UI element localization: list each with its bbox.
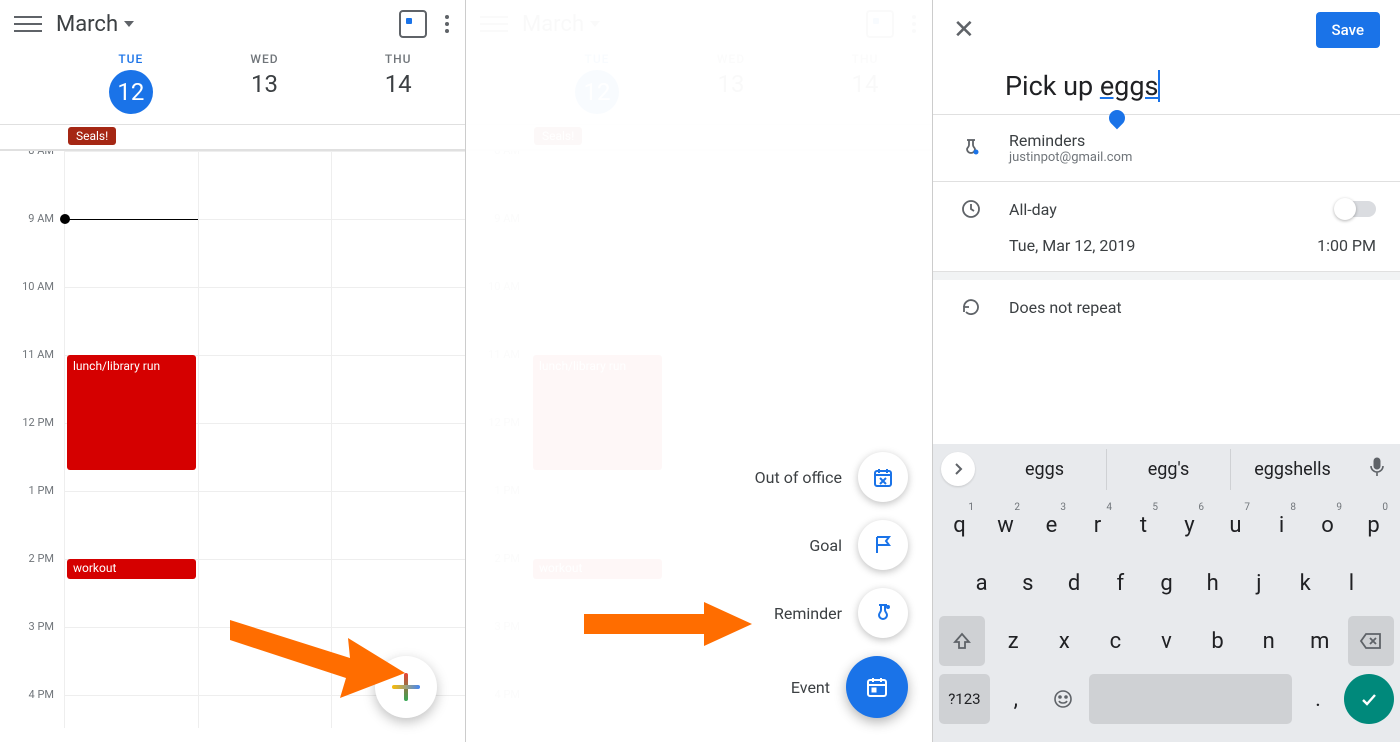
key-s[interactable]: s — [1007, 558, 1048, 608]
annotation-arrow-2 — [584, 600, 754, 650]
account-label: Reminders — [1009, 131, 1132, 150]
calendar-icon — [846, 656, 908, 718]
reminder-icon — [858, 588, 908, 638]
key-e[interactable]: e3 — [1031, 500, 1072, 550]
allday-label: All-day — [1009, 200, 1057, 219]
reminder-date: Tue, Mar 12, 2019 — [1009, 236, 1135, 255]
suggestion-expand-icon[interactable] — [941, 452, 975, 486]
emoji-key[interactable] — [1042, 674, 1084, 724]
sd-reminder[interactable]: Reminder — [774, 588, 908, 638]
account-row[interactable]: Reminders justinpot@gmail.com — [933, 115, 1400, 182]
day-col-tue[interactable]: lunch/library run workout — [64, 151, 198, 728]
allday-row[interactable]: All-day — [933, 182, 1400, 228]
key-d[interactable]: d — [1053, 558, 1094, 608]
allday-row: Seals! — [0, 125, 465, 151]
key-b[interactable]: b — [1195, 616, 1241, 666]
clock-icon — [957, 198, 985, 220]
key-u[interactable]: u7 — [1215, 500, 1256, 550]
menu-icon[interactable] — [14, 10, 42, 38]
plus-icon — [392, 673, 420, 701]
day-header-thu[interactable]: THU 14 — [331, 48, 465, 124]
suggestion-2[interactable]: egg's — [1107, 449, 1231, 490]
save-button[interactable]: Save — [1316, 12, 1380, 48]
repeat-icon — [957, 296, 985, 318]
key-j[interactable]: j — [1238, 558, 1279, 608]
day-header-tue[interactable]: TUE 12 — [64, 48, 198, 124]
day-col-thu[interactable] — [331, 151, 465, 728]
more-icon[interactable] — [441, 11, 453, 37]
repeat-label: Does not repeat — [1009, 298, 1122, 317]
time-labels: 8 AM 9 AM 10 AM 11 AM 12 PM 1 PM 2 PM 3 … — [0, 151, 64, 728]
sd-out-of-office[interactable]: Out of office — [755, 452, 908, 502]
key-m[interactable]: m — [1297, 616, 1343, 666]
key-n[interactable]: n — [1246, 616, 1292, 666]
key-y[interactable]: y6 — [1169, 500, 1210, 550]
key-p[interactable]: p0 — [1353, 500, 1394, 550]
symbols-key[interactable]: ?123 — [939, 674, 990, 724]
key-o[interactable]: o9 — [1307, 500, 1348, 550]
key-f[interactable]: f — [1100, 558, 1141, 608]
allday-toggle[interactable] — [1336, 201, 1376, 217]
suggestion-3[interactable]: eggshells — [1231, 449, 1354, 490]
time-grid[interactable]: 8 AM 9 AM 10 AM 11 AM 12 PM 1 PM 2 PM 3 … — [0, 151, 465, 728]
key-l[interactable]: l — [1331, 558, 1372, 608]
datetime-row[interactable]: Tue, Mar 12, 2019 1:00 PM — [933, 228, 1400, 272]
reminder-time: 1:00 PM — [1317, 236, 1376, 255]
key-x[interactable]: x — [1041, 616, 1087, 666]
day-header-wed[interactable]: WED 13 — [198, 48, 332, 124]
reminder-title-input[interactable]: Pick up eggs​ — [933, 60, 1400, 115]
calendar-speed-dial-view: March TUE12 WED13 THU14 Seals! 8 AM9 AM1… — [466, 0, 933, 742]
now-indicator-line — [65, 219, 198, 220]
key-w[interactable]: w2 — [985, 500, 1026, 550]
close-icon[interactable]: ✕ — [953, 15, 975, 45]
event-workout[interactable]: workout — [67, 559, 196, 579]
key-t[interactable]: t5 — [1123, 500, 1164, 550]
key-k[interactable]: k — [1285, 558, 1326, 608]
key-g[interactable]: g — [1146, 558, 1187, 608]
key-i[interactable]: i8 — [1261, 500, 1302, 550]
mic-icon[interactable] — [1362, 457, 1392, 482]
sd-goal[interactable]: Goal — [809, 520, 908, 570]
enter-key[interactable] — [1344, 674, 1394, 724]
key-r[interactable]: r4 — [1077, 500, 1118, 550]
day-col-wed[interactable] — [198, 151, 332, 728]
space-key[interactable] — [1089, 674, 1292, 724]
today-icon[interactable] — [399, 10, 427, 38]
repeat-row[interactable]: Does not repeat — [933, 280, 1400, 334]
reminder-icon — [957, 137, 985, 159]
month-selector[interactable]: March — [56, 12, 134, 37]
new-reminder-sheet: ✕ Save Pick up eggs​ Reminders justinpot… — [933, 0, 1400, 742]
period-key[interactable]: . — [1297, 674, 1339, 724]
key-v[interactable]: v — [1143, 616, 1189, 666]
account-email: justinpot@gmail.com — [1009, 150, 1132, 165]
on-screen-keyboard: eggs egg's eggshells q1w2e3r4t5y6u7i8o9p… — [933, 444, 1400, 742]
key-c[interactable]: c — [1092, 616, 1138, 666]
event-lunch[interactable]: lunch/library run — [67, 355, 196, 470]
key-z[interactable]: z — [990, 616, 1036, 666]
flag-icon — [858, 520, 908, 570]
backspace-key[interactable] — [1348, 616, 1394, 666]
calendar-x-icon — [858, 452, 908, 502]
day-headers: TUE 12 WED 13 THU 14 — [0, 48, 465, 125]
suggestion-1[interactable]: eggs — [983, 449, 1107, 490]
sd-event[interactable]: Event — [791, 656, 908, 718]
comma-key[interactable]: , — [995, 674, 1037, 724]
key-h[interactable]: h — [1192, 558, 1233, 608]
calendar-3day-view: March TUE 12 WED 13 THU 14 Seals! 8 — [0, 0, 466, 742]
shift-key[interactable] — [939, 616, 985, 666]
allday-event-seals[interactable]: Seals! — [68, 127, 116, 145]
key-q[interactable]: q1 — [939, 500, 980, 550]
create-fab[interactable] — [375, 656, 437, 718]
key-a[interactable]: a — [961, 558, 1002, 608]
